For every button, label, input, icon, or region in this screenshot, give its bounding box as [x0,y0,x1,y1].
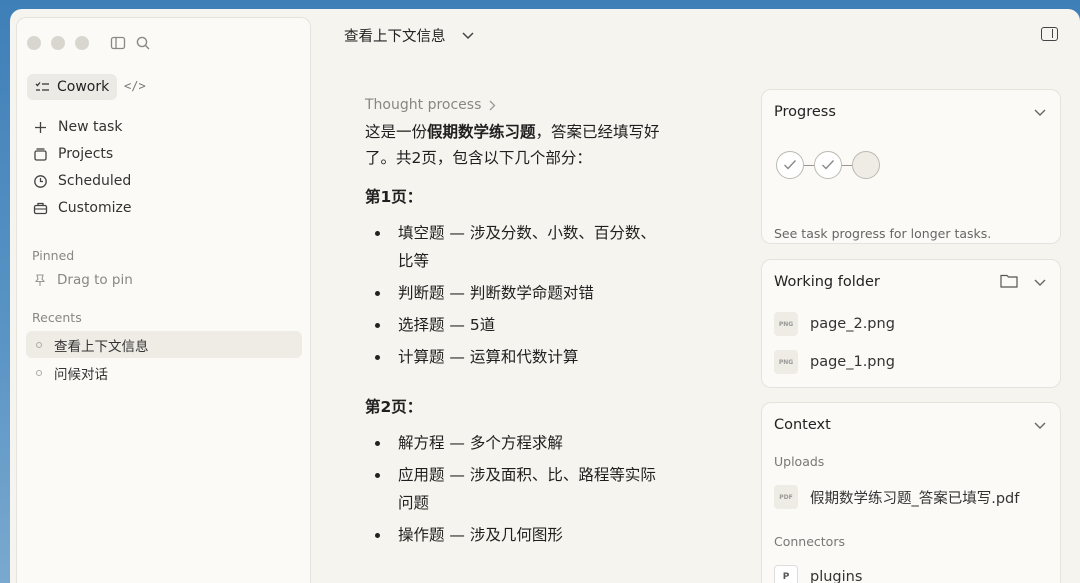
page1-list: 填空题 — 涉及分数、小数、百分数、比等 判断题 — 判断数学命题对错 选择题 … [365,219,665,371]
list-item: 操作题 — 涉及几何图形 [365,521,665,549]
right-panel-toggle-icon[interactable] [1041,27,1058,41]
intro-text-pre: 这是一份 [365,123,428,141]
list-item: 计算题 — 运算和代数计算 [365,343,665,371]
sidebar-item-label: Scheduled [58,173,132,189]
working-folder-title: Working folder [774,274,880,290]
progress-title: Progress [774,104,836,120]
progress-note: See task progress for longer tasks. [774,226,992,241]
png-file-icon: PNG [774,350,798,374]
page2-list: 解方程 — 多个方程求解 应用题 — 涉及面积、比、路程等实际问题 操作题 — … [365,429,665,549]
check-icon [822,160,835,170]
page1-heading: 第1页： [365,188,423,206]
context-title: Context [774,417,831,433]
cowork-label: Cowork [57,79,110,95]
status-dot-icon [36,369,42,376]
check-icon [784,160,797,170]
cowork-tab[interactable]: Cowork [27,74,118,100]
window-controls [27,36,89,50]
uploads-label: Uploads [774,454,825,469]
conversation-title-dropdown[interactable]: 查看上下文信息 [344,25,474,46]
code-icon[interactable]: </> [124,79,146,93]
pin-icon [34,274,46,286]
sidebar-item-scheduled[interactable]: Scheduled [33,169,131,193]
intro-paragraph: 这是一份假期数学练习题，答案已经填写好了。共2页，包含以下几个部分： [365,119,665,171]
step-connector [804,164,814,166]
step-complete [814,151,842,179]
chevron-down-icon[interactable] [1034,422,1046,430]
sidebar-item-customize[interactable]: Customize [33,196,132,220]
file-item[interactable]: PNG page_2.png [774,312,895,336]
working-folder-card: Working folder PNG page_2.png PNG page_1… [761,259,1061,388]
sidebar-item-new-task[interactable]: New task [33,115,122,139]
context-card: Context Uploads PDF 假期数学练习题_答案已填写.pdf Co… [761,402,1061,583]
chevron-right-icon [489,100,496,110]
pdf-file-icon: PDF [774,485,798,509]
uploaded-file-item[interactable]: PDF 假期数学练习题_答案已填写.pdf [774,485,1019,509]
projects-icon [34,147,47,161]
briefcase-icon [33,202,48,214]
step-pending [852,151,880,179]
sidebar-item-label: Projects [58,146,114,162]
list-item: 应用题 — 涉及面积、比、路程等实际问题 [365,461,665,517]
sidebar-toggle-icon[interactable] [110,35,126,51]
file-name: page_1.png [810,354,895,370]
chevron-down-icon[interactable] [1034,279,1046,287]
list-item: 填空题 — 涉及分数、小数、百分数、比等 [365,219,665,275]
file-item[interactable]: PNG page_1.png [774,350,895,374]
minimize-window-button[interactable] [51,36,65,50]
list-item: 选择题 — 5道 [365,311,665,339]
page-title: 查看上下文信息 [344,29,446,45]
connector-item[interactable]: P plugins [774,565,862,583]
folder-icon[interactable] [1000,273,1018,288]
thought-process-toggle[interactable]: Thought process [365,97,665,113]
checklist-icon [35,81,49,91]
sidebar-item-label: Customize [58,200,132,216]
step-complete [776,151,804,179]
file-name: page_2.png [810,316,895,332]
recent-item-greeting[interactable]: 问候对话 [26,359,302,386]
connector-name: plugins [810,569,863,583]
clock-icon [34,174,47,188]
plus-icon [35,121,46,133]
png-file-icon: PNG [774,312,798,336]
drag-to-pin-label: Drag to pin [57,272,133,288]
recents-label: Recents [32,310,82,325]
chevron-down-icon[interactable] [1034,109,1046,117]
recent-item-label: 问候对话 [54,366,108,383]
sidebar: Cowork </> New task Projects Scheduled C… [16,17,311,583]
sidebar-item-projects[interactable]: Projects [33,142,113,166]
assistant-message: Thought process 这是一份假期数学练习题，答案已经填写好了。共2页… [365,97,665,549]
list-item: 判断题 — 判断数学命题对错 [365,279,665,307]
app-window: Cowork </> New task Projects Scheduled C… [10,9,1080,583]
thought-process-label: Thought process [365,97,482,113]
step-connector [842,164,852,166]
sidebar-item-label: New task [58,119,123,135]
search-icon[interactable] [135,35,151,51]
progress-steps [776,151,880,179]
pinned-label: Pinned [32,248,75,263]
chevron-down-icon [461,31,474,39]
maximize-window-button[interactable] [75,36,89,50]
intro-text-bold: 假期数学练习题 [427,123,536,141]
recent-item-label: 查看上下文信息 [54,338,149,355]
drag-to-pin-hint: Drag to pin [33,272,133,288]
list-item: 解方程 — 多个方程求解 [365,429,665,457]
page2-heading: 第2页： [365,398,423,416]
progress-card: Progress See task progress for longer ta… [761,89,1061,244]
file-name: 假期数学练习题_答案已填写.pdf [810,490,1020,507]
recent-item-context[interactable]: 查看上下文信息 [26,331,302,358]
connectors-label: Connectors [774,534,845,549]
close-window-button[interactable] [27,36,41,50]
plugin-icon: P [774,565,798,583]
status-dot-icon [36,341,42,348]
